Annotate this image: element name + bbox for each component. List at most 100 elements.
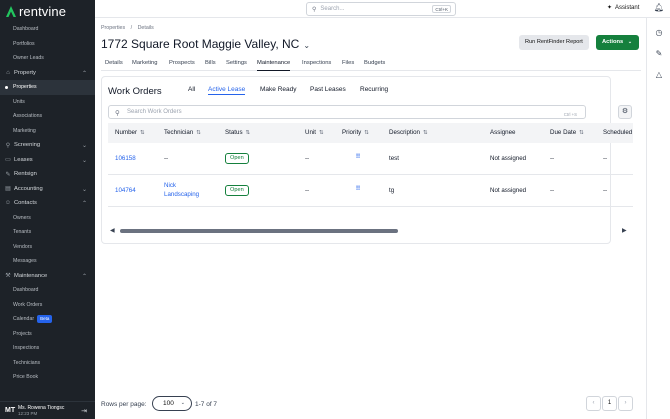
sidebar-item-owners[interactable]: Owners [0,211,95,226]
technician-link[interactable]: Nick Landscaping [164,181,199,199]
assistant-label: Assistant [615,4,640,11]
rows-per-page-value: 100 [163,400,174,407]
leases-icon: ▭ [5,157,11,164]
screening-icon: ⚲ [5,142,11,149]
chevron-up-icon: ⌃ [81,273,87,280]
scroll-left-icon[interactable]: ◀ [110,227,115,234]
sidebar-item-portfolios[interactable]: Portfolios [0,37,95,52]
sort-icon: ⇅ [422,130,428,136]
home-icon: ⌂ [6,69,10,76]
app-logo[interactable]: rentvine [0,0,95,22]
chevron-down-icon: ⌄ [303,41,311,50]
sidebar-item-owner-leads[interactable]: Owner Leads [0,51,95,66]
sidebar-item-projects[interactable]: Projects [0,327,95,342]
sidebar-section-leases[interactable]: ▭ Leases ⌄ [0,153,95,168]
column-header-status[interactable]: Status ⇅ [225,123,250,143]
sidebar-item-inspections[interactable]: Inspections [0,341,95,356]
bell-icon[interactable]: △ [654,70,664,80]
sidebar-section-label: Leases [14,156,33,163]
column-header-scheduled[interactable]: Scheduled [603,123,632,143]
chevron-down-icon: ⌄ [81,143,87,149]
page-title[interactable]: 1772 Square Root Maggie Valley, NC ⌄ [101,37,310,51]
user-menu[interactable]: MT Ms. Rowena Tiongsc 12:23 PM ⇥ [0,401,95,419]
sidebar-item-price-book[interactable]: Price Book [0,370,95,385]
sidebar-item-messages[interactable]: Messages [0,254,95,269]
clock-icon[interactable]: ◷ [654,28,664,38]
page-button-current[interactable]: 1 [602,396,617,411]
run-rentfinder-report-button[interactable]: Run RentFinder Report [519,35,589,50]
column-header-priority[interactable]: Priority ⇅ [342,123,369,143]
breadcrumb-properties-link[interactable]: Properties [101,25,125,31]
table-row[interactable]: 106158 -- Open -- !! test Not assigned -… [108,143,633,175]
column-header-number[interactable]: Number ⇅ [115,123,145,143]
horizontal-scrollbar[interactable]: ◀ ▶ [108,227,633,235]
filter-all[interactable]: All [188,86,195,93]
table-row[interactable]: 104764 Nick Landscaping Open -- !! tg No… [108,175,633,207]
sort-icon: ⇅ [364,130,369,136]
scroll-right-icon[interactable]: ▶ [622,227,627,234]
main-content: Properties / Details 1772 Square Root Ma… [101,18,646,419]
tab-inspections[interactable]: Inspections [302,57,331,71]
sidebar-section-screening[interactable]: ⚲ Screening ⌄ [0,138,95,153]
notification-bell-icon[interactable]: 🔔︎ [654,3,664,12]
table-settings-button[interactable]: ⚙ [618,105,632,119]
tab-files[interactable]: Files [342,57,354,71]
sidebar-item-technicians[interactable]: Technicians [0,356,95,371]
column-header-assignee[interactable]: Assignee [490,123,515,143]
notes-icon[interactable]: ✎ [654,49,664,59]
column-header-unit[interactable]: Unit ⇅ [305,123,324,143]
tab-details[interactable]: Details [105,57,123,71]
next-page-button[interactable]: › [618,396,633,411]
sidebar-item-label: Properties [13,84,37,90]
filter-active-lease[interactable]: Active Lease [208,86,246,95]
rows-per-page-label: Rows per page: [101,401,147,408]
sidebar-item-associations[interactable]: Associations [0,109,95,124]
sidebar-section-contacts[interactable]: ☺ Contacts ⌃ [0,196,95,211]
sidebar-section-accounting[interactable]: ▤ Accounting ⌄ [0,182,95,197]
tab-maintenance[interactable]: Maintenance [257,57,291,71]
assistant-button[interactable]: ✦ Assistant [607,4,640,12]
sidebar-section-maintenance[interactable]: ⚒ Maintenance ⌃ [0,269,95,284]
tab-prospects[interactable]: Prospects [169,57,195,71]
sidebar-item-work-orders[interactable]: Work Orders [0,298,95,313]
scrollbar-thumb[interactable] [120,229,398,233]
sort-icon: ⇅ [245,130,251,136]
tab-budgets[interactable]: Budgets [364,57,385,71]
column-label: Priority [342,129,362,136]
due-date-cell: -- [550,187,555,194]
search-placeholder: Search Work Orders [127,109,182,115]
sidebar-item-dashboard[interactable]: Dashboard [0,22,95,37]
work-order-number-link[interactable]: 106158 [115,155,136,162]
sidebar-section-rentsign[interactable]: ✎ Rentsign [0,167,95,182]
actions-button[interactable]: Actions ⌄ [596,35,639,50]
logout-icon[interactable]: ⇥ [81,407,87,415]
previous-page-button[interactable]: ‹ [586,396,601,411]
technician-cell: -- [164,155,169,162]
column-label: Technician [164,129,194,136]
scheduled-cell: -- [603,155,608,162]
column-header-description[interactable]: Description ⇅ [389,123,428,143]
column-header-due-date[interactable]: Due Date ⇅ [550,123,584,143]
tab-bills[interactable]: Bills [205,57,216,71]
work-orders-search-input[interactable]: ⚲ Search Work Orders Ctrl +S [108,105,586,119]
sidebar-item-units[interactable]: Units [0,95,95,110]
work-order-number-link[interactable]: 104764 [115,187,136,194]
sidebar-item-tenants[interactable]: Tenants [0,225,95,240]
filter-past-leases[interactable]: Past Leases [310,86,346,93]
column-label: Description [389,129,420,136]
sidebar-item-properties[interactable]: Properties [0,80,95,95]
chevron-down-icon: ⌄ [81,186,87,193]
sidebar-item-calendar[interactable]: Calendar Beta [0,312,95,327]
rows-per-page-select[interactable]: 100 ⌄ [152,396,192,411]
tab-settings[interactable]: Settings [226,57,247,71]
search-shortcut: Ctrl +S [563,112,577,117]
tab-marketing[interactable]: Marketing [132,57,157,71]
filter-make-ready[interactable]: Make Ready [260,86,297,93]
filter-recurring[interactable]: Recurring [360,86,388,93]
global-search-input[interactable]: ⚲ Search... Ctrl+K [306,2,456,16]
sidebar-section-property[interactable]: ⌂ Property ⌃ [0,66,95,81]
sidebar-item-maintenance-dashboard[interactable]: Dashboard [0,283,95,298]
sidebar-item-vendors[interactable]: Vendors [0,240,95,255]
column-header-technician[interactable]: Technician ⇅ [164,123,201,143]
sidebar-item-marketing[interactable]: Marketing [0,124,95,139]
